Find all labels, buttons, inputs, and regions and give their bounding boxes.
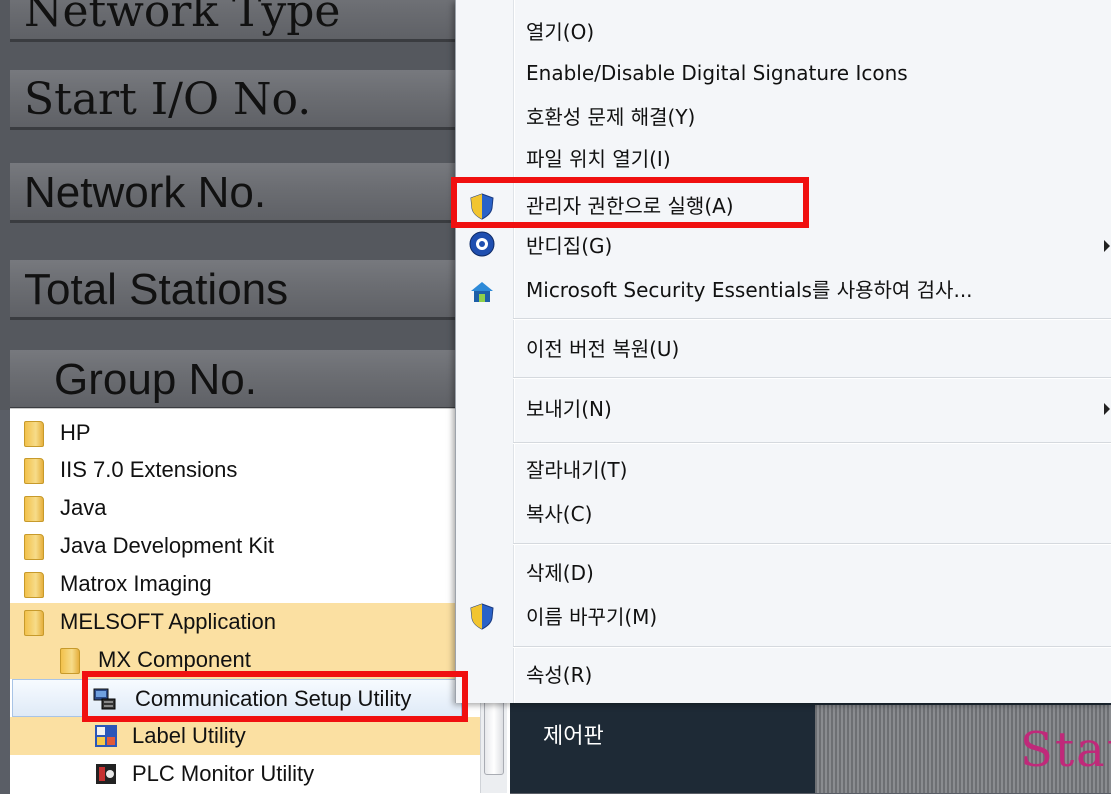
list-item-java[interactable]: Java <box>10 489 480 527</box>
network-no-row: Network No. <box>10 163 455 223</box>
bandizip-icon <box>469 231 495 257</box>
background-settings-panel: Network Type Start I/O No. Network No. T… <box>0 0 455 410</box>
start-io-no-row: Start I/O No. <box>10 70 455 130</box>
menu-item-digital-signature[interactable]: Enable/Disable Digital Signature Icons <box>526 53 908 93</box>
menu-item-rename[interactable]: 이름 바꾸기(M) <box>526 597 657 637</box>
list-item-label: IIS 7.0 Extensions <box>60 457 238 482</box>
folder-icon <box>24 458 44 484</box>
list-item-label-utility[interactable]: Label Utility <box>10 717 480 755</box>
menu-item-cut[interactable]: 잘라내기(T) <box>526 450 627 490</box>
start-menu-program-list: HP IIS 7.0 Extensions Java Java Developm… <box>10 408 510 794</box>
list-item-label: Matrox Imaging <box>60 571 212 596</box>
submenu-arrow-icon <box>1104 403 1110 415</box>
group-no-row: Group No. <box>10 350 455 410</box>
list-item-label: PLC Monitor Utility <box>132 761 315 786</box>
list-item-plc-monitor[interactable]: PLC Monitor Utility <box>10 755 480 793</box>
list-item-iis[interactable]: IIS 7.0 Extensions <box>10 451 480 489</box>
list-item-jdk[interactable]: Java Development Kit <box>10 527 480 565</box>
menu-separator <box>513 377 1111 379</box>
network-type-row: Network Type <box>10 0 455 42</box>
list-item-hp[interactable]: HP <box>10 414 480 452</box>
background-text: Stat <box>1020 722 1111 778</box>
total-stations-row: Total Stations <box>10 260 455 320</box>
list-item-label: MELSOFT Application <box>60 609 277 634</box>
folder-icon <box>24 421 44 447</box>
folder-icon <box>24 496 44 522</box>
plc-monitor-icon <box>96 764 116 784</box>
highlight-run-as-admin <box>451 177 809 228</box>
uac-shield-icon <box>470 603 494 630</box>
list-item-matrox[interactable]: Matrox Imaging <box>10 565 480 603</box>
menu-item-open-file-location[interactable]: 파일 위치 열기(I) <box>526 139 671 179</box>
list-item-label: Label Utility <box>132 723 246 748</box>
list-item-label: HP <box>60 420 91 445</box>
menu-separator <box>513 318 1111 320</box>
menu-separator <box>513 442 1111 444</box>
folder-icon <box>24 572 44 598</box>
list-item-melsoft[interactable]: MELSOFT Application <box>10 603 480 641</box>
folder-icon <box>24 534 44 560</box>
submenu-arrow-icon <box>1104 240 1110 252</box>
menu-item-delete[interactable]: 삭제(D) <box>526 553 594 593</box>
highlight-communication-setup <box>82 671 468 722</box>
menu-item-send-to[interactable]: 보내기(N) <box>526 389 612 429</box>
menu-separator <box>513 543 1111 545</box>
list-item-label: Java <box>60 495 107 520</box>
label-utility-icon <box>95 725 117 747</box>
menu-item-compatibility[interactable]: 호환성 문제 해결(Y) <box>526 97 695 137</box>
context-menu: 열기(O) Enable/Disable Digital Signature I… <box>455 0 1111 703</box>
control-panel-link[interactable]: 제어판 <box>543 718 604 750</box>
menu-item-copy[interactable]: 복사(C) <box>526 494 592 534</box>
list-item-label: Java Development Kit <box>60 533 274 558</box>
menu-icon-gutter <box>513 0 515 703</box>
menu-separator <box>513 646 1111 648</box>
menu-item-restore-previous[interactable]: 이전 버전 복원(U) <box>526 329 679 369</box>
folder-icon <box>24 610 44 636</box>
menu-item-bandizip[interactable]: 반디집(G) <box>526 226 612 266</box>
security-essentials-icon <box>471 282 493 302</box>
folder-icon <box>60 648 80 674</box>
menu-item-properties[interactable]: 속성(R) <box>526 655 592 695</box>
menu-item-open[interactable]: 열기(O) <box>526 12 594 52</box>
menu-item-security-essentials[interactable]: Microsoft Security Essentials를 사용하여 검사..… <box>526 270 973 310</box>
